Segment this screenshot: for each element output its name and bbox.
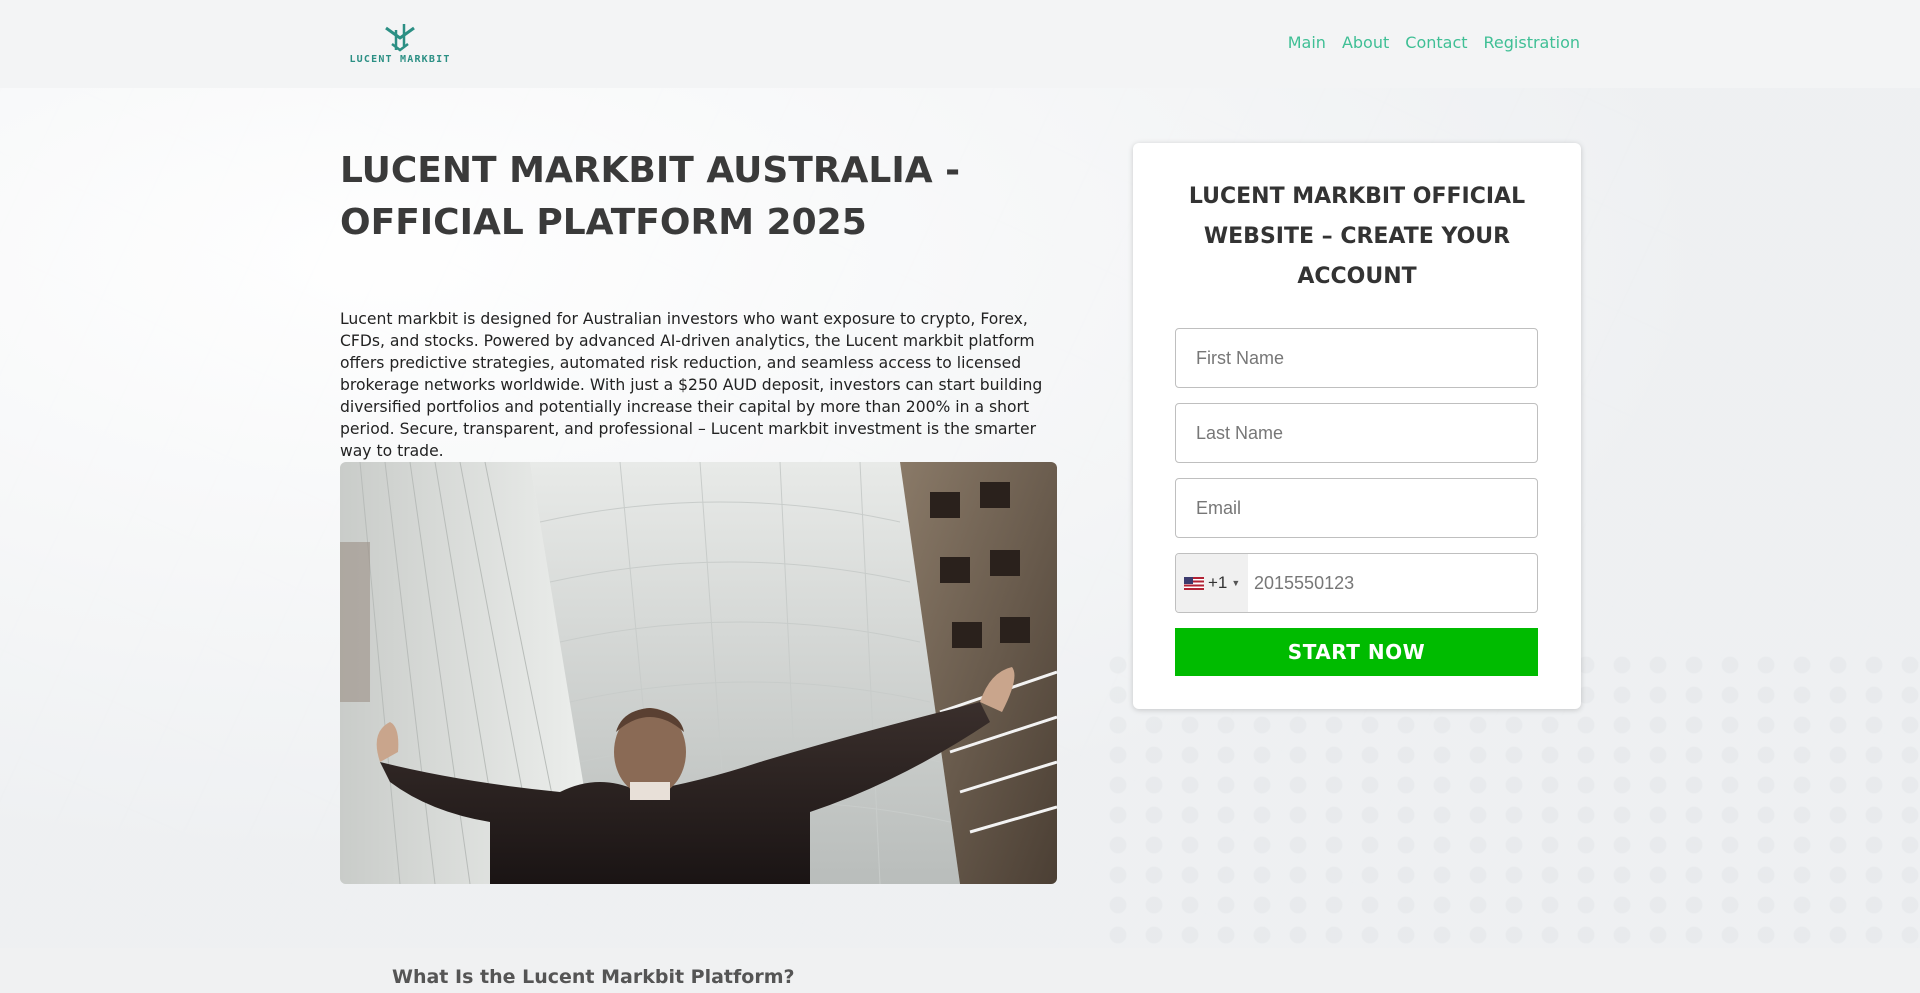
section-heading: What Is the Lucent Markbit Platform? (392, 966, 795, 988)
country-code: +1 (1208, 573, 1228, 592)
last-name-field[interactable] (1175, 403, 1538, 463)
brand-logo[interactable]: LUCENT MARKBIT (348, 22, 452, 74)
hero-image (340, 462, 1057, 884)
country-code-selector[interactable]: +1 ▼ (1176, 554, 1248, 612)
logo-mark-icon (385, 24, 415, 52)
registration-card: LUCENT MARKBIT OFFICIAL WEBSITE – CREATE… (1133, 143, 1581, 709)
main-nav: Main About Contact Registration (1288, 33, 1580, 52)
email-field[interactable] (1175, 478, 1538, 538)
nav-main[interactable]: Main (1288, 33, 1326, 52)
us-flag-icon (1184, 576, 1204, 590)
info-section: What Is the Lucent Markbit Platform? (0, 948, 1920, 993)
phone-field-group: +1 ▼ (1175, 553, 1538, 613)
phone-input[interactable] (1248, 554, 1537, 612)
businessman-skyscrapers-illustration (340, 462, 1057, 884)
first-name-field[interactable] (1175, 328, 1538, 388)
site-header: LUCENT MARKBIT Main About Contact Regist… (0, 0, 1920, 88)
page-title: LUCENT MARKBIT AUSTRALIA - OFFICIAL PLAT… (340, 150, 961, 243)
nav-about[interactable]: About (1342, 33, 1389, 52)
nav-contact[interactable]: Contact (1405, 33, 1467, 52)
start-now-button[interactable]: START NOW (1175, 628, 1538, 676)
form-title: LUCENT MARKBIT OFFICIAL WEBSITE – CREATE… (1188, 184, 1526, 289)
nav-registration[interactable]: Registration (1484, 33, 1580, 52)
intro-paragraph: Lucent markbit is designed for Australia… (340, 310, 1043, 460)
main-content: LUCENT MARKBIT AUSTRALIA - OFFICIAL PLAT… (0, 0, 1920, 993)
logo-text: LUCENT MARKBIT (349, 54, 451, 65)
caret-down-icon: ▼ (1231, 578, 1241, 588)
